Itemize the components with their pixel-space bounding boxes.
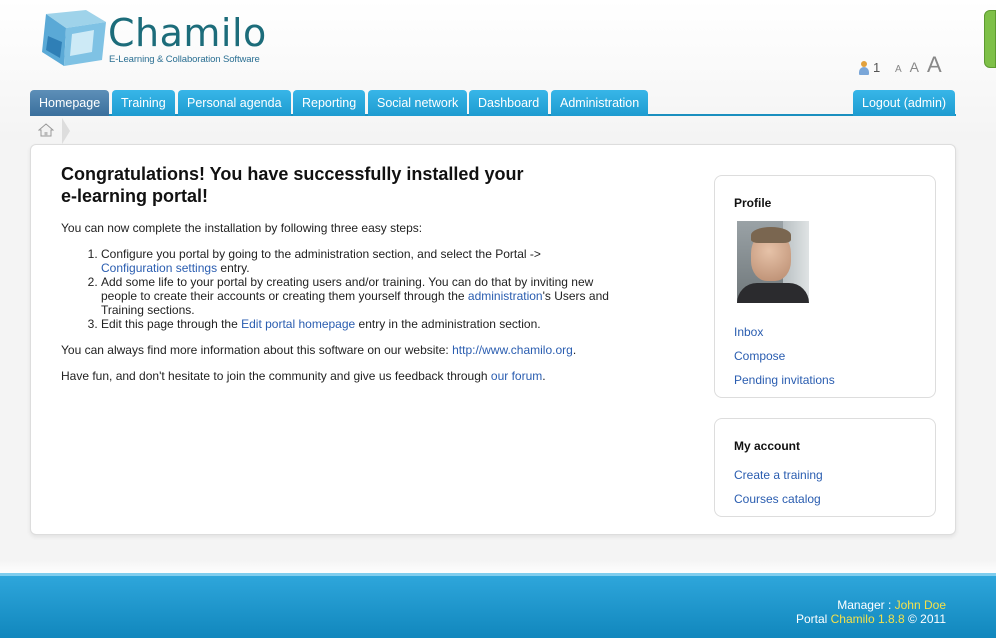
font-size-selector: A A A	[895, 52, 942, 78]
step-text: Edit this page through the	[101, 317, 242, 331]
chamilo-website-link[interactable]: http://www.chamilo.org	[452, 343, 573, 357]
forum-link[interactable]: our forum	[491, 369, 542, 383]
page-title: Congratulations! You have successfully i…	[61, 164, 524, 206]
tab-administration[interactable]: Administration	[551, 90, 649, 116]
manager-label: Manager :	[837, 598, 895, 612]
tab-homepage[interactable]: Homepage	[30, 90, 110, 116]
avatar[interactable]	[737, 221, 809, 303]
feedback-suffix: .	[542, 369, 546, 383]
step-item: Edit this page through the Edit portal h…	[101, 317, 621, 331]
logout-button[interactable]: Logout (admin)	[853, 90, 956, 116]
administration-link[interactable]: administration	[468, 289, 543, 303]
breadcrumb-separator	[62, 118, 70, 144]
feedback-prefix: Have fun, and don't hesitate to join the…	[61, 369, 491, 383]
copyright-text: © 2011	[904, 612, 946, 626]
courses-catalog-link[interactable]: Courses catalog	[734, 492, 821, 506]
online-users[interactable]: 1	[858, 60, 880, 75]
profile-heading: Profile	[734, 196, 772, 210]
feedback-text: Have fun, and don't hesitate to join the…	[61, 369, 621, 383]
online-users-count: 1	[873, 60, 881, 75]
tab-dashboard[interactable]: Dashboard	[469, 90, 549, 116]
pending-invitations-link[interactable]: Pending invitations	[734, 373, 835, 387]
welcome-content: Congratulations! You have successfully i…	[61, 163, 621, 395]
manager-name-link[interactable]: John Doe	[895, 598, 946, 612]
step-item: Configure you portal by going to the adm…	[101, 247, 621, 275]
configuration-settings-link[interactable]: Configuration settings	[101, 261, 217, 275]
info-suffix: .	[572, 343, 577, 357]
step-text: entry in the administration section.	[355, 317, 541, 331]
inbox-link[interactable]: Inbox	[734, 325, 763, 339]
my-account-box: My account Create a training Courses cat…	[714, 418, 936, 517]
cube-logo-icon	[42, 10, 106, 66]
my-account-heading: My account	[734, 439, 801, 453]
footer: Manager : John Doe Portal Chamilo 1.8.8 …	[0, 573, 996, 638]
footer-text: Manager : John Doe Portal Chamilo 1.8.8 …	[796, 598, 946, 626]
font-medium-button[interactable]: A	[910, 59, 919, 75]
tab-training[interactable]: Training	[112, 90, 175, 116]
step-text: entry.	[217, 261, 250, 275]
info-text: You can always find more information abo…	[61, 343, 621, 357]
tab-personal-agenda[interactable]: Personal agenda	[178, 90, 291, 116]
create-training-link[interactable]: Create a training	[734, 468, 823, 482]
main-panel: Congratulations! You have successfully i…	[30, 144, 956, 535]
font-small-button[interactable]: A	[895, 64, 902, 75]
tab-reporting[interactable]: Reporting	[293, 90, 366, 116]
info-prefix: You can always find more information abo…	[61, 343, 453, 357]
edit-portal-homepage-link[interactable]: Edit portal homepage	[241, 317, 355, 331]
chamilo-version-link[interactable]: Chamilo 1.8.8	[831, 612, 905, 626]
side-panel-tab[interactable]	[984, 10, 996, 68]
profile-box: Profile Inbox Compose Pending invitation…	[714, 175, 936, 398]
step-text: Configure you portal by going to the adm…	[101, 247, 541, 261]
tab-social-network[interactable]: Social network	[368, 90, 468, 116]
main-navigation: Homepage Training Personal agenda Report…	[30, 90, 956, 116]
footer-portal: Portal Chamilo 1.8.8 © 2011	[796, 612, 946, 626]
portal-label: Portal	[795, 612, 831, 626]
footer-manager: Manager : John Doe	[796, 598, 946, 612]
steps-list: Configure you portal by going to the adm…	[101, 247, 621, 331]
user-icon	[858, 60, 870, 75]
logo-title: Chamilo	[108, 11, 267, 55]
breadcrumb	[30, 118, 70, 144]
step-item: Add some life to your portal by creating…	[101, 275, 621, 317]
home-icon[interactable]	[38, 123, 54, 137]
chamilo-logo[interactable]: Chamilo E-Learning & Collaboration Softw…	[36, 8, 276, 70]
font-large-button[interactable]: A	[927, 52, 942, 78]
logo-subtitle: E-Learning & Collaboration Software	[109, 54, 260, 65]
intro-text: You can now complete the installation by…	[61, 221, 423, 235]
compose-link[interactable]: Compose	[734, 349, 785, 363]
